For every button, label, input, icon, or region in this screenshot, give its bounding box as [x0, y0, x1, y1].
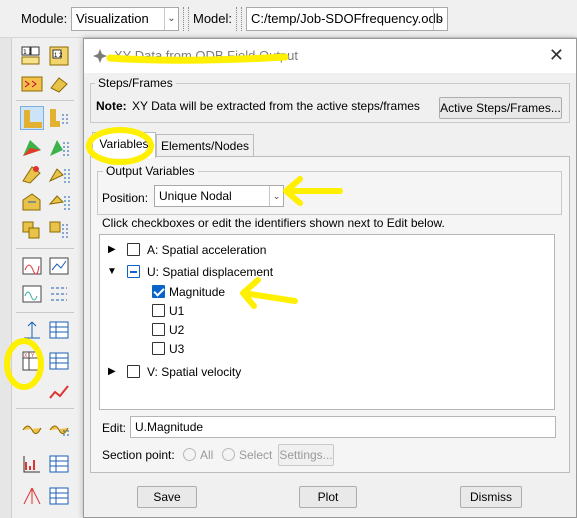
tree-label-a: A: Spatial acceleration: [147, 243, 267, 257]
animate-scale-factor-icon[interactable]: [47, 163, 71, 187]
module-value: Visualization: [76, 11, 149, 26]
plot-deformed-icon[interactable]: [47, 72, 71, 96]
checkbox-u2[interactable]: [152, 323, 165, 336]
position-select[interactable]: Unique Nodal ⌄: [154, 185, 284, 207]
module-label: Module:: [21, 11, 68, 26]
edit-field[interactable]: U.Magnitude: [130, 416, 556, 438]
collapse-triangle-icon[interactable]: ▼: [107, 263, 117, 281]
output-variables-title: Output Variables: [103, 164, 198, 178]
settings-button[interactable]: Settings...: [278, 444, 334, 466]
xy-table-icon[interactable]: [47, 349, 71, 373]
plot-symbols-icon[interactable]: [47, 106, 71, 130]
variables-tree[interactable]: ▶ A: Spatial acceleration ▼ U: Spatial d…: [99, 234, 555, 410]
position-value: Unique Nodal: [159, 189, 232, 203]
section-point-label: Section point:: [102, 448, 175, 462]
stream-manager-icon[interactable]: [47, 416, 71, 440]
tree-label-u1: U1: [169, 304, 185, 318]
tree-label-v: V: Spatial velocity: [147, 365, 242, 379]
toolbar-grip[interactable]: [236, 7, 242, 31]
dismiss-button[interactable]: Dismiss: [460, 486, 522, 508]
edit-label: Edit:: [102, 421, 127, 435]
animate-harmonic-icon[interactable]: [20, 254, 44, 278]
toolbox-separator: [16, 100, 74, 101]
plot-material-orientation-icon[interactable]: [20, 136, 44, 160]
model-combo[interactable]: C:/temp/Job-SDOFfrequency.odb ⌄: [246, 7, 448, 31]
checkbox-u1[interactable]: [152, 304, 165, 317]
free-body-manager-icon[interactable]: [47, 484, 71, 508]
tab-elements-nodes[interactable]: Elements/Nodes: [156, 134, 254, 158]
tree-label-u2: U2: [169, 323, 185, 337]
toolbox-edge: [0, 38, 12, 518]
xy-data-manager-icon[interactable]: [47, 318, 71, 342]
expand-triangle-icon[interactable]: ▶: [108, 363, 116, 381]
edit-value: U.Magnitude: [135, 420, 204, 434]
create-xy-data-icon[interactable]: [20, 318, 44, 342]
xy-data-icon[interactable]: XY: [20, 349, 44, 373]
note-text: XY Data will be extracted from the activ…: [132, 99, 420, 113]
chevron-down-icon: ⌄: [433, 8, 447, 30]
context-bar: Module: Visualization ⌄ Model: C:/temp/J…: [0, 0, 577, 38]
svg-text:1 2: 1 2: [54, 53, 63, 59]
chevron-down-icon: ⌄: [164, 8, 178, 30]
radio-select-label: Select: [239, 448, 273, 462]
steps-frames-title: Steps/Frames: [95, 76, 176, 90]
checkbox-a[interactable]: [127, 243, 140, 256]
radio-select[interactable]: [222, 448, 235, 461]
radio-all-label: All: [200, 448, 214, 462]
field-output-icon[interactable]: 1 2: [47, 44, 71, 68]
model-value: C:/temp/Job-SDOFfrequency.odb: [251, 11, 443, 26]
free-body-icon[interactable]: [47, 190, 71, 214]
tree-label-u: U: Spatial displacement: [147, 265, 274, 279]
checkbox-u3[interactable]: [152, 342, 165, 355]
tab-variables[interactable]: Variables: [92, 132, 156, 158]
replace-display-group-icon[interactable]: [47, 218, 71, 242]
toolbox-separator: [16, 248, 74, 249]
scale-factor-icon[interactable]: [47, 282, 71, 306]
chevron-down-icon: ⌄: [269, 186, 283, 206]
toolbox-separator: [16, 408, 74, 409]
toolbox-separator: [16, 312, 74, 313]
active-steps-frames-button[interactable]: Active Steps/Frames...: [439, 97, 562, 119]
close-icon[interactable]: ✕: [549, 45, 564, 66]
note-label: Note:: [96, 99, 127, 113]
radio-all[interactable]: [183, 448, 196, 461]
path-manager-icon[interactable]: [47, 452, 71, 476]
allow-multiple-plots-icon[interactable]: [47, 136, 71, 160]
instructions-text: Click checkboxes or edit the identifiers…: [102, 216, 445, 230]
position-label: Position:: [102, 191, 149, 205]
expand-triangle-icon[interactable]: ▶: [108, 241, 116, 259]
time-history-icon[interactable]: [20, 282, 44, 306]
stream-icon[interactable]: [20, 416, 44, 440]
checkbox-v[interactable]: [127, 365, 140, 378]
free-body-cut-icon[interactable]: [20, 484, 44, 508]
model-label: Model:: [193, 11, 233, 26]
xy-data-dialog: XY Data from ODB Field Output ✕ Steps/Fr…: [83, 38, 577, 518]
checkbox-magnitude[interactable]: [152, 285, 165, 298]
query-icon[interactable]: 1 2: [20, 44, 44, 68]
path-icon[interactable]: [20, 452, 44, 476]
abaqus-dialog-icon: [92, 48, 108, 64]
plot-button[interactable]: Plot: [299, 486, 357, 508]
display-group-icon[interactable]: [20, 218, 44, 242]
module-combo[interactable]: Visualization ⌄: [71, 7, 179, 31]
animate-options-icon[interactable]: [47, 254, 71, 278]
animate-time-history-icon[interactable]: [20, 163, 44, 187]
toolbar-grip[interactable]: [183, 7, 189, 31]
tree-label-u3: U3: [169, 342, 185, 356]
tree-label-magnitude: Magnitude: [169, 285, 226, 299]
checkbox-u[interactable]: [127, 265, 140, 278]
save-button[interactable]: Save: [137, 486, 197, 508]
view-cut-icon[interactable]: [20, 190, 44, 214]
dialog-titlebar[interactable]: XY Data from ODB Field Output ✕: [84, 39, 576, 73]
plot-undeformed-icon[interactable]: [20, 72, 44, 96]
plot-contours-icon[interactable]: [20, 106, 44, 130]
xy-plot-icon[interactable]: [47, 380, 71, 404]
dialog-title: XY Data from ODB Field Output: [114, 48, 298, 63]
